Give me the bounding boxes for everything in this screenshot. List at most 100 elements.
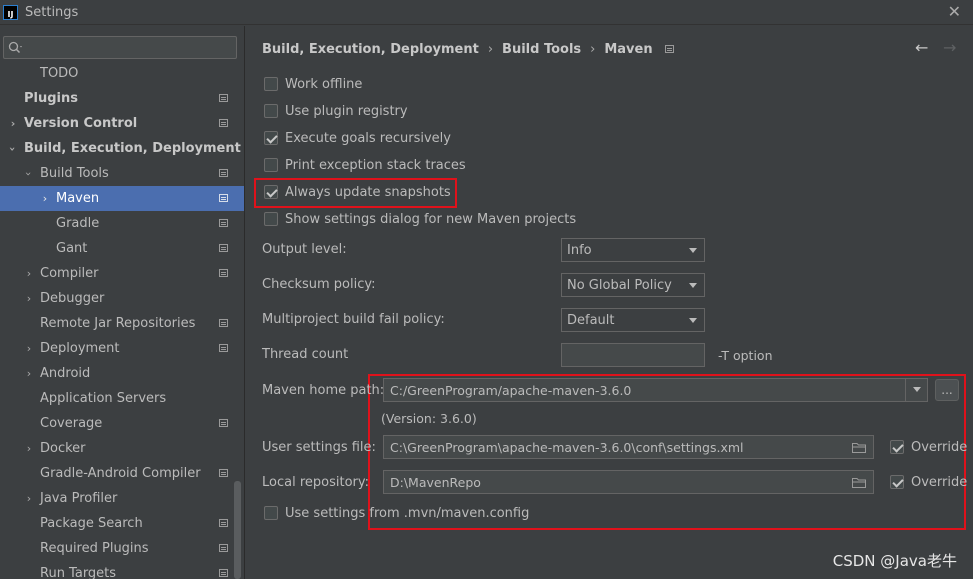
checkbox-label: Print exception stack traces <box>285 157 466 173</box>
breadcrumb-item: Build, Execution, Deployment <box>262 41 479 57</box>
settings-search[interactable] <box>3 36 237 59</box>
sidebar-item-label: Debugger <box>40 291 105 306</box>
chevron-down-icon <box>689 283 697 288</box>
breadcrumb-separator: › <box>487 41 494 57</box>
user-settings-label: User settings file: <box>262 440 376 455</box>
sidebar-item-label: Java Profiler <box>40 491 118 506</box>
project-scope-icon <box>219 519 228 527</box>
sidebar-item-compiler[interactable]: › Compiler <box>0 261 244 286</box>
chevron-right-icon[interactable]: › <box>24 442 34 455</box>
chevron-down-icon[interactable] <box>905 379 927 401</box>
chevron-right-icon[interactable]: › <box>40 192 50 205</box>
sidebar-item-build-tools[interactable]: › Build Tools <box>0 161 244 186</box>
sidebar-item-remote-jar-repositories[interactable]: Remote Jar Repositories <box>0 311 244 336</box>
sidebar-item-todo[interactable]: TODO <box>0 61 244 86</box>
checksum-policy-value: No Global Policy <box>567 277 672 293</box>
checkbox-label: Work offline <box>285 76 363 92</box>
fail-policy-select[interactable]: Default <box>561 308 705 332</box>
checkbox-box[interactable] <box>264 131 278 145</box>
browse-button[interactable]: ... <box>935 379 959 401</box>
print-exception-stack-traces-checkbox[interactable]: Print exception stack traces <box>264 155 466 175</box>
sidebar-item-label: Build Tools <box>40 166 109 181</box>
checkbox-box[interactable] <box>264 158 278 172</box>
checkbox-box[interactable] <box>264 506 278 520</box>
sidebar-item-label: Gradle-Android Compiler <box>40 466 201 481</box>
sidebar-scrollbar[interactable] <box>234 481 241 579</box>
fail-policy-value: Default <box>567 312 615 328</box>
close-icon[interactable]: ✕ <box>948 3 961 21</box>
sidebar-item-java-profiler[interactable]: › Java Profiler <box>0 486 244 511</box>
checksum-policy-select[interactable]: No Global Policy <box>561 273 705 297</box>
sidebar-item-android[interactable]: › Android <box>0 361 244 386</box>
sidebar-item-label: Required Plugins <box>40 541 149 556</box>
sidebar-item-build-execution-deployment[interactable]: › Build, Execution, Deployment <box>0 136 244 161</box>
sidebar-item-label: Build, Execution, Deployment <box>24 141 241 156</box>
sidebar-item-application-servers[interactable]: Application Servers <box>0 386 244 411</box>
sidebar-item-deployment[interactable]: › Deployment <box>0 336 244 361</box>
sidebar-item-gant[interactable]: Gant <box>0 236 244 261</box>
sidebar-item-gradle[interactable]: Gradle <box>0 211 244 236</box>
chevron-right-icon[interactable]: › <box>24 267 34 280</box>
local-repository-input[interactable]: D:\MavenRepo <box>383 470 874 494</box>
chevron-down-icon[interactable]: › <box>23 169 36 179</box>
local-repository-label: Local repository: <box>262 475 369 490</box>
checkbox-label: Override <box>911 439 968 455</box>
output-level-value: Info <box>567 242 592 258</box>
chevron-right-icon[interactable]: › <box>8 117 18 130</box>
sidebar-item-label: Docker <box>40 441 86 456</box>
intellij-app-icon: IJ <box>3 4 18 20</box>
checkbox-label: Use settings from .mvn/maven.config <box>285 505 530 521</box>
execute-goals-recursively-checkbox[interactable]: Execute goals recursively <box>264 128 451 148</box>
back-arrow-icon[interactable]: ← <box>915 38 928 57</box>
checkbox-box[interactable] <box>264 104 278 118</box>
sidebar-item-docker[interactable]: › Docker <box>0 436 244 461</box>
sidebar-item-debugger[interactable]: › Debugger <box>0 286 244 311</box>
forward-arrow-icon[interactable]: → <box>943 38 956 57</box>
sidebar-item-plugins[interactable]: Plugins <box>0 86 244 111</box>
chevron-down-icon <box>689 318 697 323</box>
sidebar-item-version-control[interactable]: › Version Control <box>0 111 244 136</box>
sidebar-item-maven[interactable]: › Maven <box>0 186 244 211</box>
checkbox-box[interactable] <box>890 440 904 454</box>
show-settings-dialog-checkbox[interactable]: Show settings dialog for new Maven proje… <box>264 209 576 229</box>
chevron-right-icon[interactable]: › <box>24 367 34 380</box>
title-bar: IJ Settings ✕ <box>0 0 973 25</box>
project-scope-icon <box>219 269 228 277</box>
user-settings-override-checkbox[interactable]: Override <box>890 437 967 457</box>
checkbox-box[interactable] <box>264 77 278 91</box>
folder-icon[interactable] <box>852 442 866 453</box>
breadcrumb: Build, Execution, Deployment › Build Too… <box>262 40 674 58</box>
chevron-right-icon[interactable]: › <box>24 492 34 505</box>
local-repository-override-checkbox[interactable]: Override <box>890 472 967 492</box>
user-settings-input[interactable]: C:\GreenProgram\apache-maven-3.6.0\conf\… <box>383 435 874 459</box>
search-input[interactable] <box>28 40 228 55</box>
thread-count-input[interactable] <box>561 343 705 367</box>
checkbox-box[interactable] <box>890 475 904 489</box>
sidebar-item-coverage[interactable]: Coverage <box>0 411 244 436</box>
folder-icon[interactable] <box>852 477 866 488</box>
sidebar-item-label: Gradle <box>56 216 100 231</box>
sidebar-item-label: Compiler <box>40 266 99 281</box>
sidebar-item-label: Remote Jar Repositories <box>40 316 196 331</box>
project-scope-icon <box>219 94 228 102</box>
project-scope-icon <box>219 244 228 252</box>
sidebar-item-package-search[interactable]: Package Search <box>0 511 244 536</box>
chevron-down-icon[interactable]: › <box>7 144 20 154</box>
checkbox-label: Show settings dialog for new Maven proje… <box>285 211 577 227</box>
work-offline-checkbox[interactable]: Work offline <box>264 74 362 94</box>
use-mvn-config-checkbox[interactable]: Use settings from .mvn/maven.config <box>264 503 529 523</box>
project-scope-icon <box>219 219 228 227</box>
checksum-policy-label: Checksum policy: <box>262 277 376 292</box>
chevron-right-icon[interactable]: › <box>24 342 34 355</box>
sidebar-item-required-plugins[interactable]: Required Plugins <box>0 536 244 561</box>
output-level-select[interactable]: Info <box>561 238 705 262</box>
sidebar-item-label: Package Search <box>40 516 143 531</box>
sidebar-item-run-targets[interactable]: Run Targets <box>0 561 244 579</box>
use-plugin-registry-checkbox[interactable]: Use plugin registry <box>264 101 408 121</box>
project-scope-icon <box>219 194 228 202</box>
chevron-right-icon[interactable]: › <box>24 292 34 305</box>
maven-home-combo[interactable]: C:/GreenProgram/apache-maven-3.6.0 <box>383 378 928 402</box>
checkbox-label: Override <box>911 474 968 490</box>
sidebar-item-gradle-android-compiler[interactable]: Gradle-Android Compiler <box>0 461 244 486</box>
checkbox-box[interactable] <box>264 212 278 226</box>
